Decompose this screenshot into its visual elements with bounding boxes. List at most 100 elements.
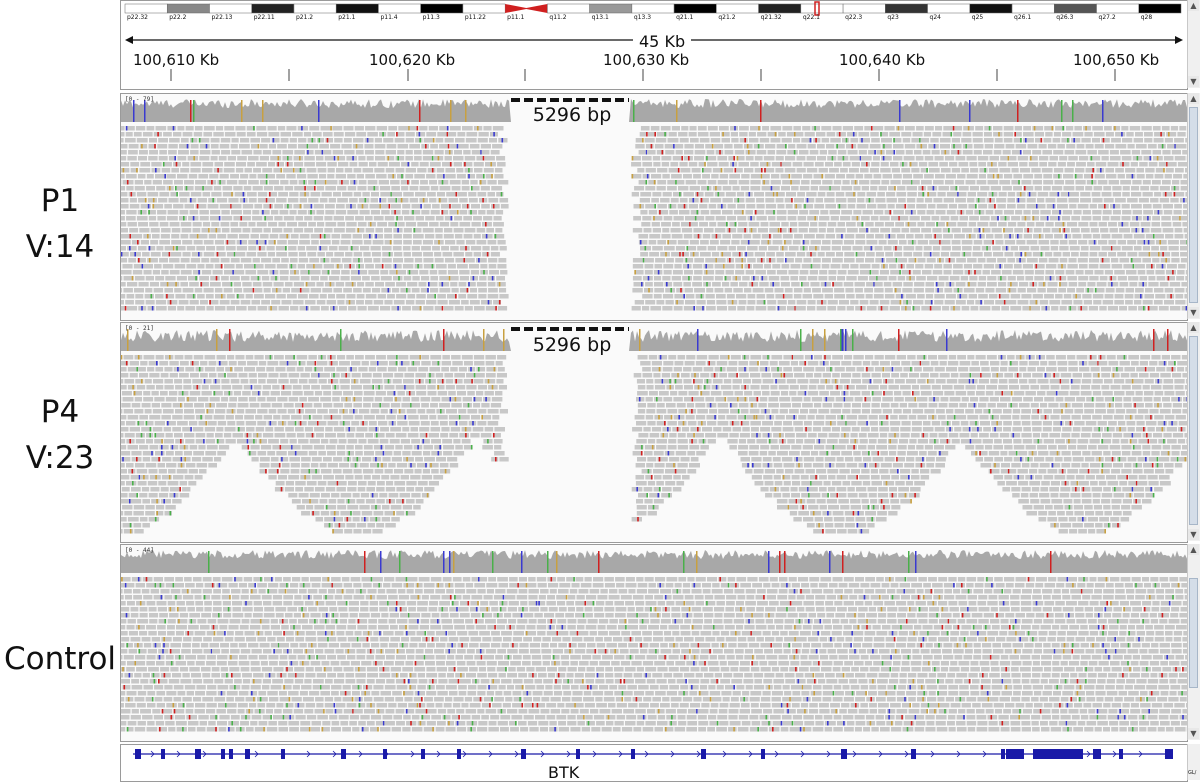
aligned-read — [224, 391, 233, 396]
read-mismatch — [485, 222, 487, 227]
aligned-read — [157, 216, 165, 221]
aligned-read — [890, 306, 900, 311]
aligned-read — [744, 234, 752, 239]
read-mismatch — [706, 156, 708, 161]
aligned-read — [290, 379, 298, 384]
read-mismatch — [1085, 126, 1087, 131]
aligned-read — [121, 174, 125, 179]
aligned-read — [391, 204, 401, 209]
aligned-read — [670, 162, 678, 167]
aligned-read — [1002, 270, 1012, 275]
aligned-read — [991, 270, 1001, 275]
aligned-read — [268, 222, 277, 227]
read-mismatch — [126, 361, 128, 366]
alignment-panel-p1[interactable]: [0 - 79] 5296 bp — [120, 93, 1188, 321]
aligned-read — [160, 391, 168, 396]
aligned-read — [1007, 258, 1015, 263]
aligned-read — [343, 391, 353, 396]
aligned-read — [729, 174, 740, 179]
aligned-read — [669, 132, 677, 137]
aligned-read — [279, 361, 287, 366]
read-mismatch — [866, 367, 868, 372]
aligned-read — [385, 282, 395, 287]
aligned-read — [150, 282, 159, 287]
aligned-read — [1038, 192, 1049, 197]
alignment-track-p4[interactable] — [121, 323, 1187, 542]
read-mismatch — [141, 144, 143, 149]
aligned-read — [290, 276, 300, 281]
aligned-read — [727, 228, 737, 233]
scroll-thumb-p1[interactable] — [1189, 107, 1198, 303]
aligned-read — [717, 361, 728, 366]
header-scrollbar[interactable]: ▲ ▼ — [1187, 0, 1200, 88]
read-mismatch — [926, 168, 928, 173]
alignment-track-p1[interactable] — [121, 94, 1187, 320]
aligned-read — [278, 126, 285, 131]
aligned-read — [1071, 138, 1080, 143]
aligned-read — [710, 198, 721, 203]
aligned-read — [195, 126, 203, 131]
aligned-read — [1103, 415, 1113, 420]
aligned-read — [373, 240, 384, 245]
aligned-read — [407, 282, 417, 287]
aligned-read — [995, 234, 1003, 239]
aligned-read — [288, 361, 297, 366]
read-mismatch — [767, 162, 769, 167]
aligned-read — [1042, 168, 1053, 173]
aligned-read — [257, 132, 267, 137]
aligned-read — [432, 246, 440, 251]
alignment-panel-p4[interactable]: [0 - 21] 5296 bp — [120, 322, 1188, 543]
read-mismatch — [735, 276, 737, 281]
read-mismatch — [374, 186, 376, 191]
aligned-read — [448, 270, 458, 275]
scroll-up-icon[interactable]: ▲ — [1188, 0, 1199, 11]
aligned-read — [1025, 270, 1034, 275]
aligned-read — [951, 373, 959, 378]
aligned-read — [262, 276, 269, 281]
read-mismatch — [1090, 355, 1092, 360]
aligned-read — [836, 132, 846, 137]
aligned-read — [852, 403, 861, 408]
scrollbar-p1[interactable]: ▲ ▼ — [1187, 93, 1200, 319]
aligned-read — [334, 216, 344, 221]
aligned-read — [411, 210, 421, 215]
read-mismatch — [922, 192, 924, 197]
aligned-read — [418, 409, 426, 414]
aligned-read — [761, 222, 769, 227]
aligned-read — [818, 385, 825, 390]
aligned-read — [905, 126, 915, 131]
aligned-read — [962, 306, 970, 311]
aligned-read — [851, 379, 861, 384]
read-mismatch — [965, 144, 967, 149]
read-mismatch — [658, 270, 660, 275]
aligned-read — [322, 288, 332, 293]
aligned-read — [891, 373, 899, 378]
aligned-read — [1144, 397, 1153, 402]
read-mismatch — [692, 397, 694, 402]
aligned-read — [724, 144, 732, 149]
aligned-read — [181, 258, 190, 263]
aligned-read — [1137, 174, 1145, 179]
aligned-read — [1132, 385, 1141, 390]
scroll-down-icon[interactable]: ▼ — [1188, 307, 1199, 318]
aligned-read — [280, 373, 288, 378]
aligned-read — [196, 415, 204, 420]
read-mismatch — [1134, 403, 1136, 408]
aligned-read — [741, 186, 749, 191]
aligned-read — [717, 258, 726, 263]
aligned-read — [130, 204, 140, 209]
scroll-up-icon[interactable]: ▲ — [1188, 93, 1199, 104]
aligned-read — [818, 192, 826, 197]
aligned-read — [1035, 186, 1042, 191]
read-mismatch — [1165, 192, 1167, 197]
scroll-down-icon[interactable]: ▼ — [1188, 76, 1199, 87]
read-mismatch — [648, 276, 650, 281]
aligned-read — [1105, 270, 1113, 275]
aligned-read — [1154, 397, 1161, 402]
read-mismatch — [1070, 306, 1072, 311]
aligned-read — [778, 132, 786, 137]
aligned-read — [948, 361, 958, 366]
read-mismatch — [149, 258, 151, 263]
aligned-read — [163, 180, 173, 185]
aligned-read — [905, 222, 916, 227]
